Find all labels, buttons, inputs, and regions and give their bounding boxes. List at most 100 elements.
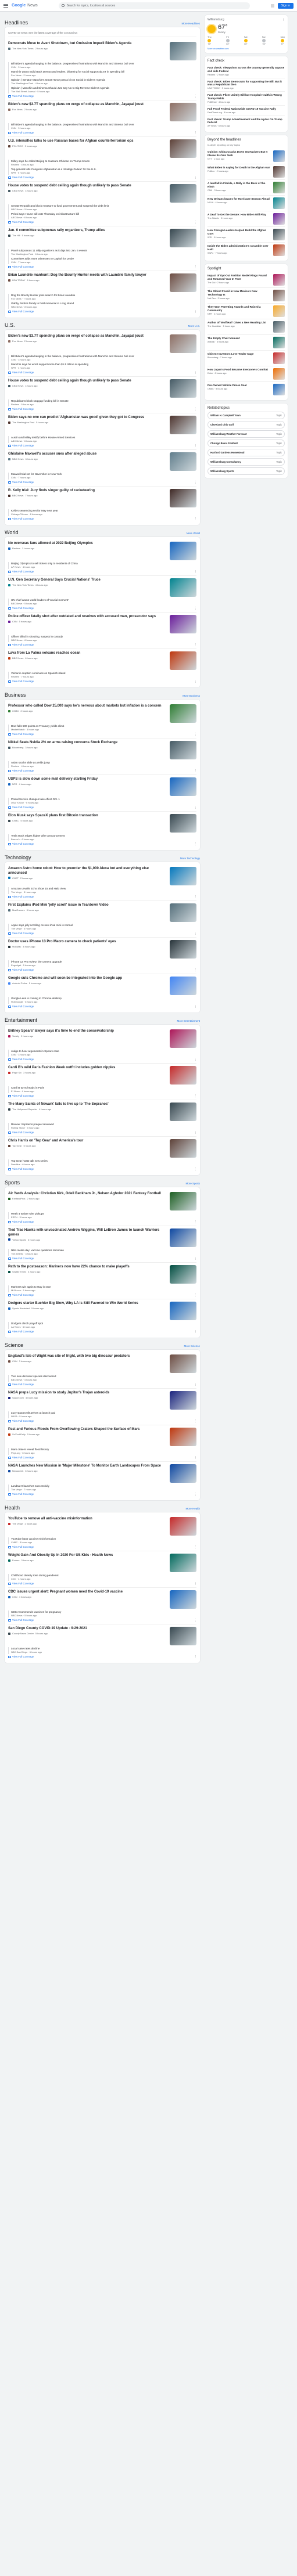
source-name[interactable]: CBS News	[12, 384, 23, 387]
full-coverage-link[interactable]: View Full Coverage ⋮	[8, 932, 197, 935]
related-story[interactable]: Landsat 9 launches successfully The Verge…	[11, 1485, 196, 1491]
related-story[interactable]: Austin and Milley testify before House A…	[11, 436, 196, 443]
related-story[interactable]: Tesla stock edges higher after announcem…	[11, 834, 196, 841]
full-coverage-link[interactable]: View Full Coverage ⋮	[8, 607, 197, 610]
story-thumbnail[interactable]	[170, 867, 196, 885]
headline[interactable]: R. Kelly trial: Jury finds singer guilty…	[8, 489, 166, 493]
more-options-icon[interactable]: ⋮	[194, 1619, 197, 1622]
story-thumbnail[interactable]	[170, 814, 196, 833]
factcheck-headline[interactable]: Full Proof Federal Nationwide COVID-19 V…	[207, 107, 285, 111]
headline[interactable]: House votes to suspend debt ceiling agai…	[8, 184, 166, 189]
full-coverage-link[interactable]: View Full Coverage ⋮	[8, 643, 197, 646]
headline[interactable]: Brian Laundrie manhunt: Dog the Bounty H…	[8, 273, 166, 278]
full-coverage-link[interactable]: View Full Coverage ⋮	[8, 265, 197, 268]
more-options-icon[interactable]: ⋮	[194, 371, 197, 374]
source-name[interactable]: Page Six	[12, 1071, 22, 1074]
lead-story[interactable]: U.N. Gen Secretary General Says Crucial …	[8, 578, 196, 597]
related-story[interactable]: Opinion | Manchin and Sinema Should Just…	[11, 87, 196, 93]
more-options-icon[interactable]: ⋮	[194, 131, 197, 134]
headline[interactable]: Path to the postseason: Mariners now hav…	[8, 1265, 166, 1270]
more-options-icon[interactable]: ⋮	[194, 607, 197, 610]
full-coverage-link[interactable]: View Full Coverage ⋮	[8, 1131, 197, 1134]
source-name[interactable]: The New York Times	[12, 583, 34, 586]
story-thumbnail[interactable]	[170, 1428, 196, 1446]
source-name[interactable]: Reuters	[12, 547, 20, 550]
full-coverage-link[interactable]: View Full Coverage ⋮	[8, 1383, 197, 1386]
related-story[interactable]: Senate Republicans block measure to fund…	[11, 204, 196, 211]
related-story[interactable]: Review: Sopranos prequel reviewed Rolling…	[11, 1123, 196, 1130]
factcheck-headline[interactable]: Fact check: Pfizer-Jointly Bill but Hosp…	[207, 93, 285, 100]
spotlight-item[interactable]: The Oldest Fossil in New Mexico's New Te…	[207, 288, 285, 304]
headline[interactable]: Google cuts Chrome and will soon be inte…	[8, 977, 166, 981]
beyond-headline[interactable]: What Biden is saying for Death in the Af…	[207, 166, 271, 170]
more-options-icon[interactable]: ⋮	[194, 932, 197, 935]
story-thumbnail[interactable]	[170, 903, 196, 922]
more-options-icon[interactable]: ⋮	[194, 444, 197, 447]
full-coverage-link[interactable]: View Full Coverage ⋮	[8, 1005, 197, 1008]
beyond-thumbnail[interactable]	[273, 213, 285, 225]
source-name[interactable]: The Hill	[12, 234, 20, 237]
lead-story[interactable]: Path to the postseason: Mariners now hav…	[8, 1265, 196, 1284]
source-name[interactable]: Yahoo Sports	[12, 1238, 26, 1241]
weather-settings-icon[interactable]: ⋮	[282, 18, 285, 21]
source-name[interactable]: Android Police	[12, 982, 27, 985]
related-story[interactable]: CDC recommends vaccines for pregnancy NBC…	[11, 1611, 196, 1617]
full-coverage-link[interactable]: View Full Coverage ⋮	[8, 481, 197, 484]
lead-story[interactable]: Lava from La Palma volcano reaches ocean…	[8, 651, 196, 670]
more-options-icon[interactable]: ⋮	[194, 895, 197, 898]
story-thumbnail[interactable]	[170, 940, 196, 959]
source-name[interactable]: MacRumors	[12, 909, 25, 911]
more-health-link[interactable]: More Health	[185, 1507, 200, 1510]
lead-story[interactable]: Doctor uses iPhone 13 Pro Macro camera t…	[8, 940, 196, 959]
beyond-headline[interactable]: New Orleans braces for Hurricane Season …	[207, 197, 271, 201]
full-coverage-link[interactable]: View Full Coverage ⋮	[8, 1257, 197, 1260]
full-coverage-link[interactable]: View Full Coverage ⋮	[8, 1655, 197, 1658]
full-coverage-link[interactable]: View Full Coverage ⋮	[8, 1456, 197, 1459]
story-thumbnail[interactable]	[170, 1627, 196, 1645]
story-thumbnail[interactable]	[170, 273, 196, 292]
story-thumbnail[interactable]	[170, 452, 196, 471]
full-coverage-link[interactable]: View Full Coverage ⋮	[8, 570, 197, 573]
topic-chip[interactable]: Williamsburg Sports Topic	[207, 467, 285, 475]
headline[interactable]: The Many Saints of Newark' fails to live…	[8, 1103, 166, 1107]
google-news-logo[interactable]: Google News	[12, 3, 38, 8]
related-story[interactable]: Cardi B turns heads in Paris E! News · 4 …	[11, 1086, 196, 1093]
full-coverage-link[interactable]: View Full Coverage ⋮	[8, 1582, 197, 1585]
story-thumbnail[interactable]	[170, 777, 196, 796]
more-options-icon[interactable]: ⋮	[194, 517, 197, 520]
factcheck-item[interactable]: Fact check: Viewpoints across the countr…	[207, 64, 285, 78]
source-name[interactable]: CBS News	[12, 189, 23, 192]
story-thumbnail[interactable]	[170, 741, 196, 759]
related-story[interactable]: Dog the Bounty Hunter joins search for B…	[11, 294, 196, 301]
lead-story[interactable]: Nikkei Seats Nvidia 2% on arms raising c…	[8, 741, 196, 759]
spotlight-thumbnail[interactable]	[273, 368, 285, 380]
topic-chip[interactable]: Hartford Gardens Homestead Topic	[207, 449, 285, 457]
lead-story[interactable]: Jan. 6 committee subpoenas rally organiz…	[8, 229, 196, 247]
lead-story[interactable]: Britney Spears' lawyer says it's time to…	[8, 1029, 196, 1048]
related-story[interactable]: Top Gear hosts talk new series Deadline ·…	[11, 1159, 196, 1166]
section-title[interactable]: U.S.	[5, 322, 15, 328]
more-entertainment-link[interactable]: More Entertainment	[177, 1019, 200, 1022]
beyond-thumbnail[interactable]	[273, 197, 285, 210]
related-story[interactable]: Lucy spacecraft arrives at launch pad NAS…	[11, 1411, 196, 1418]
more-headlines-link[interactable]: More Headlines	[181, 22, 200, 25]
related-story[interactable]: Panel subpoenas 11 rally organizers as i…	[11, 249, 196, 256]
lead-story[interactable]: Biden says no one can predict 'Afghanist…	[8, 416, 196, 434]
headline[interactable]: First Explains iPad Mini 'jelly scroll' …	[8, 903, 166, 908]
spotlight-headline[interactable]: Pre-Owned Vehicle Prices Soar	[207, 384, 271, 387]
headline[interactable]: Britney Spears' lawyer says it's time to…	[8, 1029, 166, 1034]
source-name[interactable]: The Verge	[12, 1522, 23, 1525]
story-thumbnail[interactable]	[170, 489, 196, 507]
more-options-icon[interactable]: ⋮	[194, 95, 197, 98]
source-name[interactable]: Bloomberg	[12, 746, 23, 749]
beyond-headline[interactable]: How Foreign Leaders Helped Build the Afg…	[207, 229, 271, 236]
headline[interactable]: Past and Furious Floods From Overflowing…	[8, 1428, 166, 1432]
more-options-icon[interactable]: ⋮	[194, 1294, 197, 1296]
related-story[interactable]: Bill Biden's agenda hanging in the balan…	[11, 123, 196, 130]
lead-story[interactable]: U.S. intensifies talks to use Russian ba…	[8, 139, 196, 158]
spotlight-thumbnail[interactable]	[273, 384, 285, 396]
full-coverage-link[interactable]: View Full Coverage ⋮	[8, 1619, 197, 1622]
section-title[interactable]: Health	[5, 1505, 20, 1511]
lead-story[interactable]: Dodgers starter Buehler Big Blow, Why LA…	[8, 1302, 196, 1320]
source-name[interactable]: NBC News	[12, 457, 24, 460]
